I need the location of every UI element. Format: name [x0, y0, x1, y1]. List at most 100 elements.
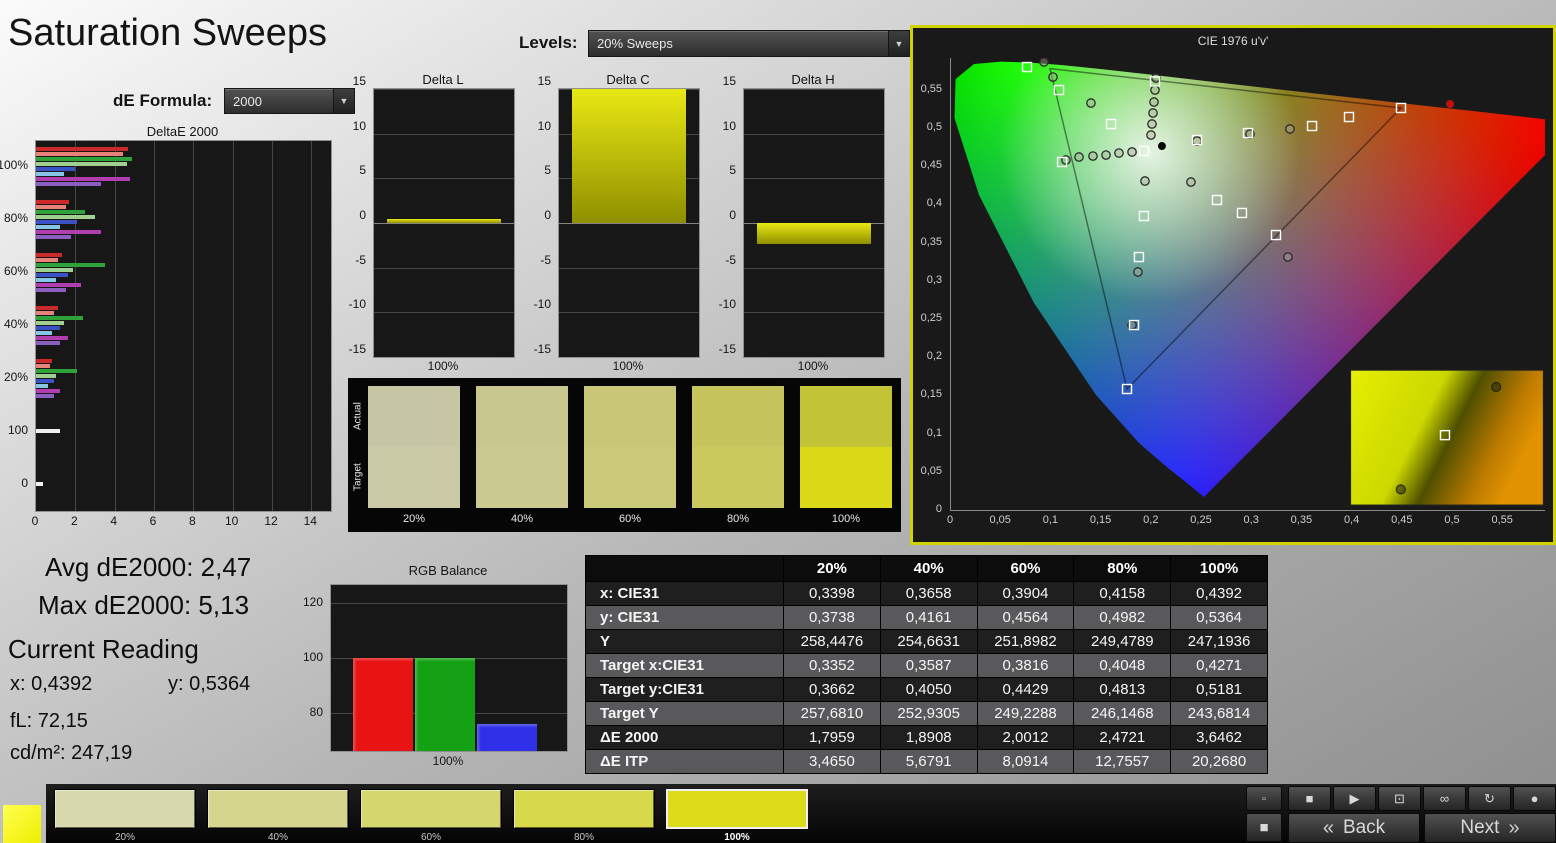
avg-de2000: Avg dE2000: 2,47: [45, 552, 251, 583]
table-row: x: CIE310,33980,36580,39040,41580,4392: [586, 582, 1268, 606]
table-row-label: y: CIE31: [586, 606, 784, 630]
loop-button[interactable]: ∞: [1423, 786, 1466, 811]
gridline: [272, 141, 273, 511]
table-row-label: Target Y: [586, 702, 784, 726]
de-y-tick-label: 40%: [0, 317, 28, 331]
measurement-point: [1089, 152, 1097, 160]
de-x-tick-label: 0: [25, 514, 45, 528]
swatch-column: 100%: [800, 386, 892, 525]
table-header: 60%: [977, 556, 1074, 582]
table-row: ΔE ITP3,46505,67918,091412,755720,2680: [586, 750, 1268, 774]
y-tick-label: 0: [525, 208, 551, 222]
delta-c-y-axis: 151050-5-10-15: [528, 81, 554, 349]
table-header: 40%: [880, 556, 977, 582]
levels-value: 20% Sweeps: [597, 36, 673, 51]
swatch-columns: 20%40%60%80%100%: [368, 386, 892, 525]
gridline: [233, 141, 234, 511]
de-bar: [36, 331, 52, 335]
status-indicator[interactable]: ●: [1513, 786, 1556, 811]
pattern-swatch-80%[interactable]: 80%: [513, 789, 655, 843]
gridline: [75, 141, 76, 511]
gridline: [193, 141, 194, 511]
inset-measurement-point: [1396, 485, 1405, 494]
de-bar: [36, 288, 66, 292]
cie-y-tick-label: 0,15: [909, 388, 942, 400]
pattern-swatch-40%[interactable]: 40%: [207, 789, 349, 843]
y-tick-label: 15: [340, 74, 366, 88]
cie-y-tick-label: 0,55: [909, 83, 942, 95]
rgb-bar-red: [353, 658, 413, 751]
actual-swatch: [692, 386, 784, 447]
gridline: [374, 178, 514, 179]
pattern-swatch-button[interactable]: [360, 789, 502, 829]
gridline: [331, 603, 567, 604]
delta-bar: [757, 223, 871, 244]
pattern-swatch-100%[interactable]: 100%: [666, 789, 808, 843]
cie-title: CIE 1976 u'v': [913, 34, 1553, 48]
table-cell: 0,3352: [784, 654, 881, 678]
table-cell: 0,4271: [1171, 654, 1268, 678]
gridline: [744, 357, 884, 358]
pattern-swatch-button[interactable]: [666, 789, 808, 829]
play-button[interactable]: ▶: [1333, 786, 1376, 811]
table-cell: 252,9305: [880, 702, 977, 726]
next-button[interactable]: Next »: [1424, 813, 1556, 843]
gridline: [115, 141, 116, 511]
step-button[interactable]: ⊡: [1378, 786, 1421, 811]
gridline: [374, 223, 514, 224]
stop-button[interactable]: ■: [1288, 786, 1331, 811]
cie-x-tick-label: 0,2: [1136, 514, 1166, 526]
measurement-point: [1134, 268, 1142, 276]
transport-controls: ■▶⊡∞↻●: [1288, 786, 1556, 811]
de-bar: [36, 210, 85, 214]
de-formula-dropdown[interactable]: 2000 ▼: [224, 88, 355, 114]
table-cell: 258,4476: [784, 630, 881, 654]
cie-x-tick-label: 0,15: [1086, 514, 1116, 526]
pattern-window-button[interactable]: ■: [1246, 813, 1282, 842]
back-label: Back: [1343, 817, 1385, 839]
table-cell: 8,0914: [977, 750, 1074, 774]
y-tick-label: 0: [340, 208, 366, 222]
next-label: Next: [1460, 817, 1499, 839]
table-cell: 0,3658: [880, 582, 977, 606]
table-cell: 247,1936: [1171, 630, 1268, 654]
window-controls: ▫ ■: [1246, 786, 1282, 842]
current-fl: fL: 72,15: [10, 710, 88, 733]
de-bar: [36, 359, 52, 363]
table-cell: 3,4650: [784, 750, 881, 774]
pattern-swatch-button[interactable]: [207, 789, 349, 829]
y-tick-label: 15: [710, 74, 736, 88]
pattern-swatch-60%[interactable]: 60%: [360, 789, 502, 843]
delta-c-x-caption: 100%: [558, 359, 698, 373]
y-tick-label: -5: [710, 253, 736, 267]
y-tick-label: -5: [525, 253, 551, 267]
page-title: Saturation Sweeps: [8, 12, 327, 55]
gridline: [744, 178, 884, 179]
cie-y-axis: 00,050,10,150,20,250,30,350,40,450,50,55: [913, 58, 946, 510]
de-bar: [36, 369, 77, 373]
de-bar: [36, 258, 58, 262]
cie-y-tick-label: 0,3: [909, 274, 942, 286]
table-cell: 0,4392: [1171, 582, 1268, 606]
y-tick-label: -15: [710, 342, 736, 356]
measurement-point: [1141, 177, 1149, 185]
target-swatch: [584, 447, 676, 508]
back-button[interactable]: « Back: [1288, 813, 1420, 843]
pattern-window-small-button[interactable]: ▫: [1246, 786, 1282, 811]
pattern-swatch-button[interactable]: [513, 789, 655, 829]
cie-y-tick-label: 0,35: [909, 236, 942, 248]
table-row-label: ΔE 2000: [586, 726, 784, 750]
table-cell: 0,4161: [880, 606, 977, 630]
levels-dropdown[interactable]: 20% Sweeps ▼: [588, 30, 910, 57]
pattern-swatch-button[interactable]: [54, 789, 196, 829]
delta-l-title: Delta L: [373, 72, 513, 87]
de-bar: [36, 177, 130, 181]
refresh-button[interactable]: ↻: [1468, 786, 1511, 811]
table-row: ΔE 20001,79591,89082,00122,47213,6462: [586, 726, 1268, 750]
table-cell: 1,7959: [784, 726, 881, 750]
y-tick-label: 0: [710, 208, 736, 222]
pattern-swatch-20%[interactable]: 20%: [54, 789, 196, 843]
cie-x-tick-label: 0,35: [1286, 514, 1316, 526]
target-swatch: [368, 447, 460, 508]
rgb-balance-title: RGB Balance: [330, 563, 566, 578]
